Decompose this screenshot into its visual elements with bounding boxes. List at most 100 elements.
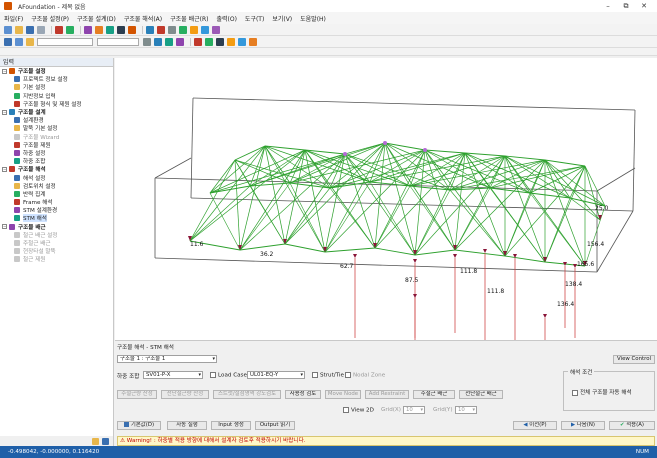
tree-group[interactable]: − 구조물 해석 (0, 165, 113, 173)
folder-icon[interactable] (92, 437, 99, 445)
tree-item[interactable]: 철근 배근 설정 (0, 231, 113, 239)
tree-item[interactable]: 구조물 제원 (0, 141, 113, 149)
view-control-button[interactable]: View Control (613, 355, 655, 364)
view-combo[interactable] (37, 37, 93, 46)
view-icon[interactable] (26, 37, 34, 46)
tree-item[interactable]: 프로젝트 정보 설정 (0, 75, 113, 83)
tool-icon[interactable] (212, 25, 220, 34)
grid-y-select[interactable]: 10 (455, 406, 477, 414)
tree-item[interactable]: 말뚝 기본 설정 (0, 124, 113, 132)
menu-tools[interactable]: 도구(T) (245, 14, 264, 23)
tree-item[interactable]: 주철근 배근 (0, 239, 113, 247)
tree-item[interactable]: 하중 조합 (0, 157, 113, 165)
collapse-icon[interactable]: − (2, 68, 7, 74)
strut-tie-checkbox[interactable] (312, 372, 318, 378)
strut-node-check-button[interactable]: 스트럿/절점영역 강도검토 (213, 390, 281, 399)
print-icon[interactable] (37, 25, 45, 34)
grid-x-select[interactable]: 10 (403, 406, 425, 414)
menu-output[interactable]: 출력(O) (216, 14, 236, 23)
rotate-icon[interactable] (176, 37, 184, 46)
close-icon[interactable]: ✕ (635, 0, 653, 12)
tree-item[interactable]: 검토위치 설정 (0, 182, 113, 190)
menu-view[interactable]: 보기(V) (272, 14, 292, 23)
pan-icon[interactable] (165, 37, 173, 46)
tree-item[interactable]: STM 해석 (0, 214, 113, 223)
move-node-button[interactable]: Move Node (325, 390, 361, 399)
main-rebar-arrange-button[interactable]: 주철근 배근 (413, 390, 455, 399)
add-restraint-button[interactable]: Add Restraint (365, 390, 409, 399)
tool-icon[interactable] (179, 25, 187, 34)
view-icon[interactable] (238, 37, 246, 46)
menu-structure-design[interactable]: 구조물 설계(D) (77, 14, 116, 23)
tree-group[interactable]: − 구조물 배근 (0, 223, 113, 231)
output-read-button[interactable]: Output 읽기 (255, 421, 295, 430)
view-icon[interactable] (4, 37, 12, 46)
menu-file[interactable]: 파일(F) (4, 14, 23, 23)
tool-icon[interactable] (106, 25, 114, 34)
tool-icon[interactable] (157, 25, 165, 34)
undo-icon[interactable] (55, 25, 63, 34)
tree-item[interactable]: 반력 집계 (0, 190, 113, 198)
nodal-zone-checkbox[interactable] (345, 372, 351, 378)
view-2d-checkbox[interactable] (343, 407, 349, 413)
shear-rebar-calc-button[interactable]: 전단철근량 산정 (161, 390, 209, 399)
tree-item[interactable]: 현장타설 말뚝 (0, 247, 113, 255)
tool-icon[interactable] (146, 25, 154, 34)
new-file-icon[interactable] (4, 25, 12, 34)
tree-item[interactable]: Frame 해석 (0, 198, 113, 206)
tool-icon[interactable] (201, 25, 209, 34)
view-icon[interactable] (205, 37, 213, 46)
view-icon[interactable] (249, 37, 257, 46)
menu-help[interactable]: 도움말(H) (300, 14, 326, 23)
zoom-icon[interactable] (143, 37, 151, 46)
collapse-icon[interactable]: − (2, 109, 7, 115)
collapse-icon[interactable]: − (2, 224, 7, 230)
tree-item[interactable]: 철근 제원 (0, 255, 113, 263)
layer-combo[interactable] (97, 37, 139, 46)
tool-icon[interactable] (190, 25, 198, 34)
list-icon[interactable] (102, 437, 109, 445)
tool-icon[interactable] (168, 25, 176, 34)
redo-icon[interactable] (66, 25, 74, 34)
stm-model[interactable]: 25.0 156.4 165.6 138.4 62.7 87.5 111.8 111.8 136… (115, 58, 657, 340)
menu-structure-analysis[interactable]: 구조물 해석(A) (124, 14, 162, 23)
tree-item[interactable]: 하중 설정 (0, 149, 113, 157)
serviceability-check-button[interactable]: 사용성 검토 (285, 390, 321, 399)
tool-icon[interactable] (128, 25, 136, 34)
tool-icon[interactable] (117, 25, 125, 34)
restore-icon[interactable]: ⧉ (617, 0, 635, 12)
apply-all-checkbox[interactable] (572, 389, 578, 396)
view-icon[interactable] (227, 37, 235, 46)
tree-item[interactable]: STM 설계환경 (0, 206, 113, 214)
minimize-icon[interactable]: – (599, 0, 617, 12)
load-combo-select[interactable]: SV01-P-X (143, 371, 203, 379)
input-generate-button[interactable]: Input 생성 (211, 421, 251, 430)
tree-group[interactable]: − 구조물 설계 (0, 108, 113, 116)
next-button[interactable]: ▶ 다음(N) (561, 421, 605, 430)
open-folder-icon[interactable] (15, 25, 23, 34)
tree-item[interactable]: 구조물 Wizard (0, 133, 113, 141)
save-icon[interactable] (26, 25, 34, 34)
view-icon[interactable] (194, 37, 202, 46)
tree-item[interactable]: 구조물 형식 및 제원 설정 (0, 100, 113, 108)
main-rebar-calc-button[interactable]: 주철근량 산정 (117, 390, 157, 399)
tree-item[interactable]: 기본 설정 (0, 83, 113, 91)
view-icon[interactable] (15, 37, 23, 46)
tree-item[interactable]: 지반정보 입력 (0, 92, 113, 100)
tool-icon[interactable] (84, 25, 92, 34)
auto-run-button[interactable]: 자동 실행 (167, 421, 207, 430)
zoom-icon[interactable] (154, 37, 162, 46)
tool-icon[interactable] (95, 25, 103, 34)
menu-structure-rebar[interactable]: 구조물 배근(R) (170, 14, 208, 23)
model-viewport[interactable]: 25.0 156.4 165.6 138.4 62.7 87.5 111.8 111.8 136… (115, 58, 657, 340)
shear-rebar-arrange-button[interactable]: 전단철근 배근 (459, 390, 503, 399)
view-icon[interactable] (216, 37, 224, 46)
load-case-checkbox[interactable] (210, 372, 216, 378)
tree-group[interactable]: − 구조물 설정 (0, 67, 113, 75)
tree-item[interactable]: 설계환경 (0, 116, 113, 124)
prev-button[interactable]: ◀ 이전(P) (513, 421, 557, 430)
tree-item[interactable]: 해석 설정 (0, 173, 113, 182)
apply-button[interactable]: ✔ 적용(A) (609, 421, 655, 430)
menu-structure-setup[interactable]: 구조물 설정(P) (31, 14, 69, 23)
structure-select[interactable]: 구조물 1 : 구조물 1 (117, 355, 217, 363)
